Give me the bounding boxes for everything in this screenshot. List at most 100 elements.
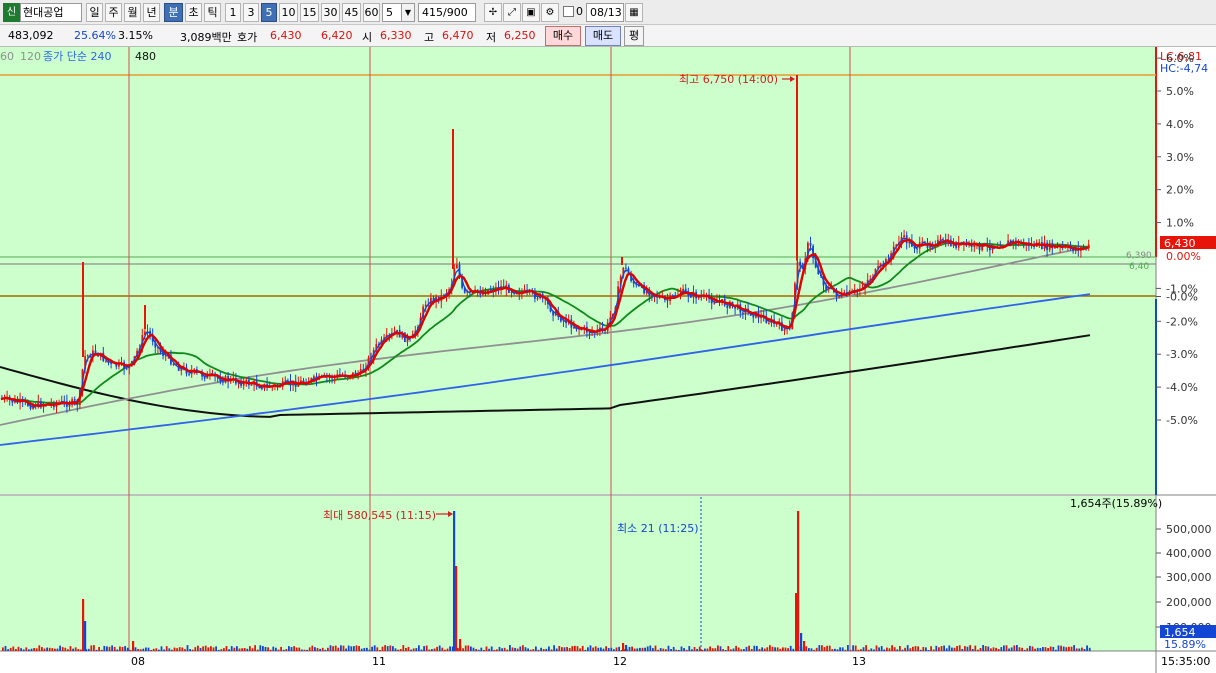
volume-bar (815, 647, 818, 651)
volume-bar (722, 649, 724, 651)
period-day-button[interactable]: 일 (86, 3, 103, 22)
volume-bar (22, 649, 25, 651)
volume-bar (997, 649, 1000, 651)
interval-30-button[interactable]: 30 (321, 3, 340, 22)
volume-bar (506, 649, 509, 651)
volume-bar (576, 646, 579, 651)
volume-bar (147, 647, 150, 651)
expand-icon[interactable]: ⤢ (503, 3, 521, 22)
volume-bar (1021, 647, 1023, 651)
volume-bar (197, 645, 199, 651)
volume-bar (969, 645, 971, 651)
candle-body (456, 264, 458, 269)
volume-bar (350, 646, 353, 651)
period-tick-button[interactable]: 틱 (204, 3, 221, 22)
volume-bar (363, 647, 366, 651)
volume-bar (337, 647, 340, 651)
volume-bar (490, 646, 493, 651)
checkbox[interactable] (563, 6, 574, 17)
checkbox-label: 0 (576, 5, 583, 18)
volume-bar (792, 648, 795, 651)
volume-bar (275, 647, 277, 651)
volume-bar (160, 646, 163, 651)
volume-bar (956, 646, 958, 651)
volume-bar (665, 649, 667, 651)
volume-bar (550, 649, 553, 651)
volume-bar (373, 645, 376, 651)
sell-button[interactable]: 매도 (585, 26, 621, 46)
volume-bar (917, 646, 919, 651)
volume-bar (446, 648, 449, 651)
volume-bar (896, 649, 899, 651)
period-minute-button[interactable]: 분 (164, 3, 183, 22)
volume-bar (59, 645, 61, 651)
stock-code-icon[interactable]: 신 (3, 3, 20, 22)
period-week-button[interactable]: 주 (105, 3, 122, 22)
volume-bar (360, 648, 363, 651)
volume-bar (368, 649, 371, 651)
volume-bar (464, 645, 467, 651)
settings-icon[interactable]: ⚙ (541, 3, 559, 22)
interval-input[interactable]: 5 (382, 3, 402, 22)
stock-name-field[interactable]: 현대공업 (20, 3, 82, 22)
volume-bar (979, 648, 982, 651)
x-label-08: 08 (131, 655, 145, 668)
interval-1-button[interactable]: 1 (225, 3, 241, 22)
period-second-button[interactable]: 초 (185, 3, 202, 22)
volume-bar (563, 647, 566, 651)
stock-chart[interactable]: 60 120 종가 단순 240 480 최고 6,750 (14:00) 최대… (0, 47, 1216, 673)
volume-bar (922, 646, 925, 651)
interval-60-button[interactable]: 60 (363, 3, 380, 22)
period-month-button[interactable]: 월 (124, 3, 141, 22)
volume-bar (100, 649, 103, 651)
interval-45-button[interactable]: 45 (342, 3, 361, 22)
volume-bar (893, 647, 896, 651)
volume-bar (631, 646, 633, 651)
interval-5-button[interactable]: 5 (261, 3, 277, 22)
crosshair-icon[interactable]: ✢ (484, 3, 502, 22)
volume-bar (701, 649, 704, 651)
interval-10-button[interactable]: 10 (279, 3, 298, 22)
volume-bar (498, 646, 501, 651)
interval-15-button[interactable]: 15 (300, 3, 319, 22)
period-year-button[interactable]: 년 (143, 3, 160, 22)
volume-bar (379, 649, 381, 651)
save-icon[interactable]: ▣ (522, 3, 540, 22)
candle-body (726, 305, 729, 308)
interval-3-button[interactable]: 3 (243, 3, 259, 22)
volume-bar (589, 645, 592, 651)
volume-bar (870, 648, 873, 651)
volume-bar (719, 646, 722, 651)
volume-bar (561, 647, 563, 651)
volume-bar (532, 649, 535, 651)
data-count-field[interactable]: 415/900 (418, 3, 476, 22)
candle-body (245, 379, 248, 382)
volume-bar (358, 645, 360, 651)
volume-bar (1005, 645, 1008, 651)
volume-bar (527, 648, 529, 651)
volume-bar (399, 649, 402, 651)
volume-bar (1070, 646, 1073, 651)
volume-bar (347, 645, 350, 651)
volume-bar-spike (800, 633, 803, 651)
calendar-icon[interactable]: ▦ (625, 3, 643, 22)
volume-bar (732, 648, 735, 651)
volume-bar (189, 649, 191, 651)
volume-bar (633, 648, 636, 651)
volume-bar (254, 645, 256, 651)
date-field[interactable]: 08/13 (586, 3, 624, 22)
volume-bar (277, 649, 280, 651)
volume-bar (1016, 645, 1018, 651)
volume-bar (272, 646, 275, 651)
volume-bar (667, 645, 670, 651)
average-button[interactable]: 평 (624, 26, 644, 46)
interval-dropdown-icon[interactable]: ▼ (401, 3, 415, 22)
volume-bar (438, 645, 441, 651)
volume-bar (1062, 646, 1065, 651)
volume-bar (1008, 648, 1010, 651)
volume-bar-spike (453, 511, 456, 651)
volume-bar (301, 649, 303, 651)
volume-bar (194, 647, 197, 651)
buy-button[interactable]: 매수 (545, 26, 581, 46)
volume-bar (834, 648, 836, 651)
